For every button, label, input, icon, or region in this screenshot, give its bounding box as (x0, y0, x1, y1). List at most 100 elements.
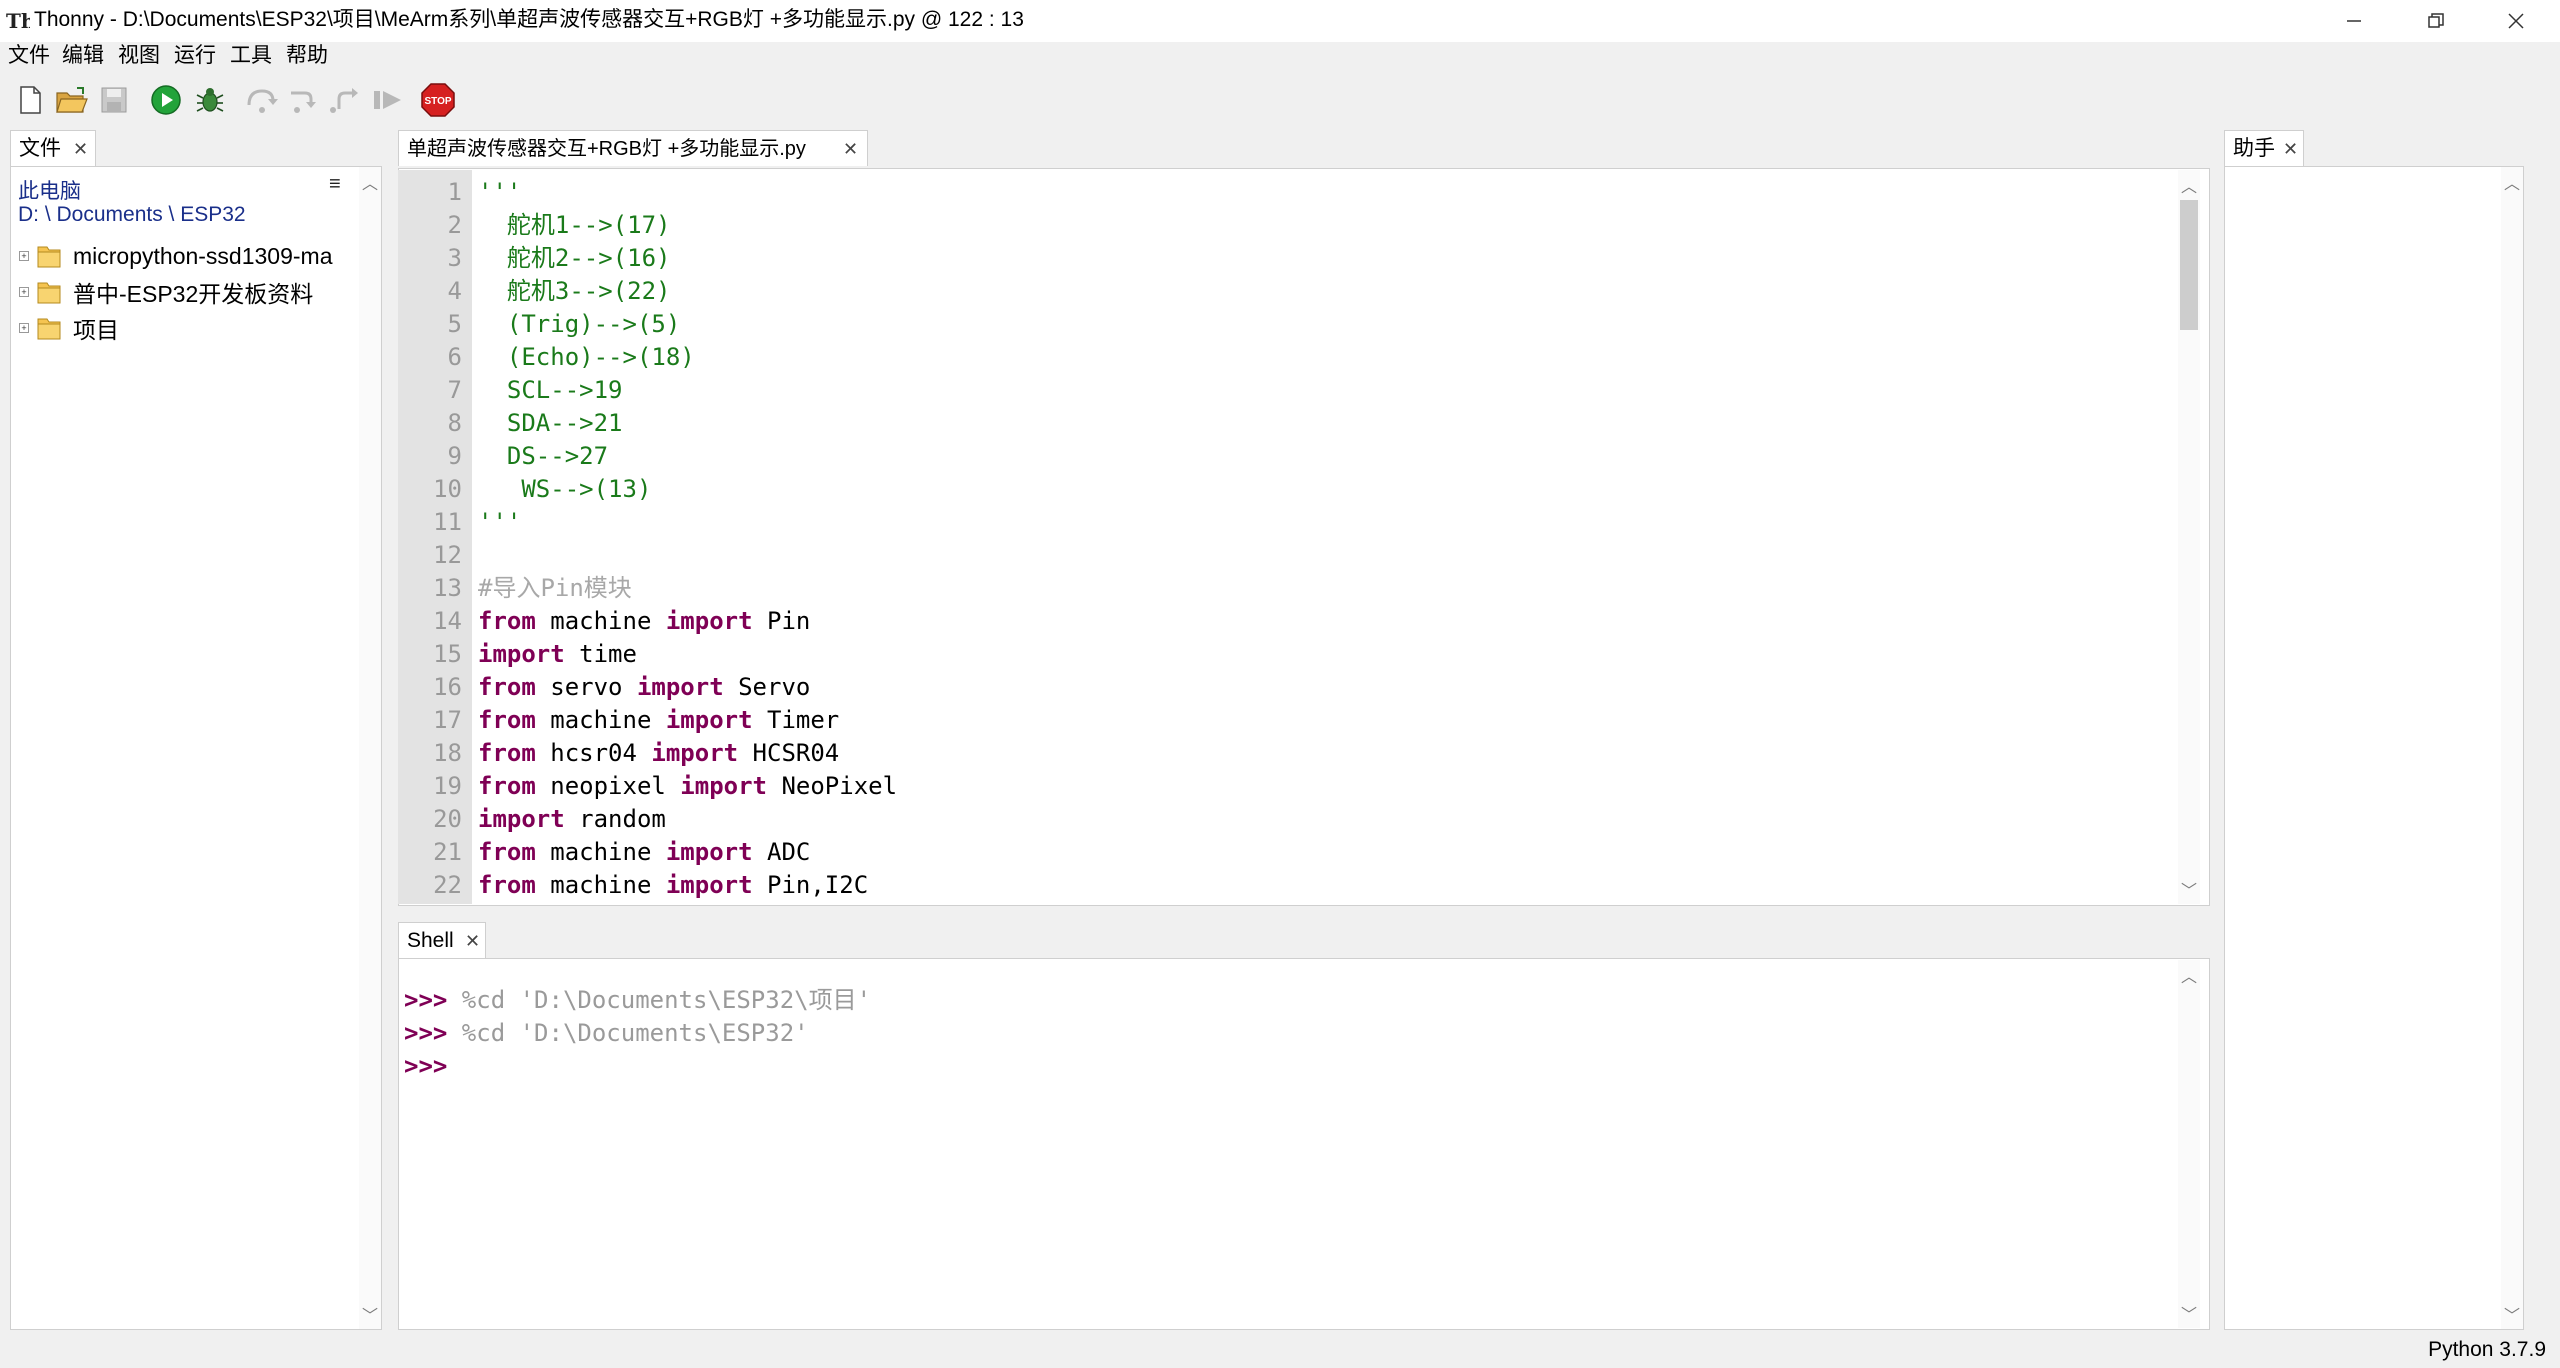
code-keyword: from (478, 706, 536, 734)
code-line[interactable]: 舵机2-->(16) (478, 242, 671, 275)
code-line[interactable]: WS-->(13) (478, 473, 651, 506)
menu-run[interactable]: 运行 (174, 42, 216, 70)
line-number: 11 (433, 508, 462, 536)
save-button[interactable] (96, 82, 132, 118)
code-line[interactable]: ''' (478, 176, 521, 209)
scroll-down-icon[interactable]: ﹀ (2178, 878, 2200, 900)
tab-files[interactable]: 文件 ✕ (10, 130, 96, 166)
restore-icon (2428, 13, 2444, 28)
line-number: 1 (447, 178, 462, 206)
assistant-tab-label: 助手 (2233, 137, 2275, 160)
close-window-button[interactable] (2476, 0, 2556, 42)
menu-help[interactable]: 帮助 (286, 42, 328, 70)
code-line[interactable]: from machine import Pin (478, 605, 810, 638)
tab-editor-file[interactable]: 单超声波传感器交互+RGB灯 +多功能显示.py ✕ (398, 130, 868, 166)
step-over-button[interactable] (244, 82, 280, 118)
close-icon[interactable]: ✕ (73, 131, 88, 167)
stop-icon: STOP (421, 83, 455, 117)
minimize-button[interactable] (2314, 0, 2394, 42)
stop-button[interactable]: STOP (420, 82, 456, 118)
scroll-down-icon[interactable]: ﹀ (359, 1303, 381, 1325)
expand-icon[interactable]: + (19, 251, 29, 261)
code-line[interactable]: from servo import Servo (478, 671, 810, 704)
code-line[interactable]: DS-->27 (478, 440, 608, 473)
tab-shell[interactable]: Shell ✕ (398, 922, 486, 958)
scroll-up-icon[interactable]: ︿ (359, 171, 381, 193)
code-line[interactable]: from machine import Timer (478, 704, 839, 737)
menu-edit[interactable]: 编辑 (62, 42, 104, 70)
step-out-icon (330, 88, 358, 113)
new-file-button[interactable] (12, 82, 48, 118)
line-number: 14 (433, 607, 462, 635)
code-token: neopixel (535, 772, 681, 800)
new-file-icon (20, 86, 41, 114)
code-line[interactable]: SCL-->19 (478, 374, 623, 407)
code-keyword: from (478, 739, 536, 767)
code-line[interactable]: from machine import Pin,I2C (478, 869, 868, 902)
code-line[interactable]: 舵机3-->(22) (478, 275, 671, 308)
code-line[interactable]: #导入Pin模块 (478, 572, 632, 605)
editor-scroll-thumb[interactable] (2180, 200, 2198, 330)
code-line[interactable]: from machine import ADC (478, 836, 810, 869)
assistant-scrollbar[interactable]: ︿ ﹀ (2501, 167, 2523, 1329)
svg-text:STOP: STOP (424, 96, 451, 107)
code-token: ADC (752, 838, 811, 866)
scroll-up-icon[interactable]: ︿ (2501, 171, 2523, 193)
editor-scrollbar[interactable]: ︿ ﹀ (2178, 170, 2200, 904)
line-number: 5 (447, 310, 462, 338)
code-token: Pin,I2C (752, 871, 869, 899)
shell-scrollbar[interactable]: ︿ ﹀ (2178, 960, 2200, 1328)
close-icon[interactable]: ✕ (465, 923, 480, 959)
files-scrollbar[interactable]: ︿ ﹀ (359, 167, 381, 1329)
code-line[interactable]: (Trig)-->(5) (478, 308, 680, 341)
code-token: hcsr04 (535, 739, 652, 767)
svg-text:Th: Th (6, 9, 30, 33)
menu-view[interactable]: 视图 (118, 42, 160, 70)
debug-icon (196, 88, 224, 112)
tree-item-puzhong-esp32[interactable]: + 普中-ESP32开发板资料 (19, 275, 313, 309)
resume-button[interactable] (370, 82, 406, 118)
line-number-gutter: 1 2 3 4 5 6 7 8 9 10 11 12 13 14 15 16 17 18 19 20 21 22 (398, 170, 472, 904)
line-number: 4 (447, 277, 462, 305)
code-line[interactable]: ''' (478, 506, 521, 539)
tree-item-micropython-ssd1309[interactable]: + micropython-ssd1309-ma (19, 239, 333, 273)
close-icon[interactable]: ✕ (2283, 131, 2298, 167)
code-line[interactable]: import time (478, 638, 637, 671)
code-line[interactable]: import random (478, 803, 666, 836)
step-into-button[interactable] (286, 82, 322, 118)
scroll-up-icon[interactable]: ︿ (2178, 964, 2200, 986)
step-out-button[interactable] (328, 82, 364, 118)
line-number: 19 (433, 772, 462, 800)
code-token: machine (535, 607, 666, 635)
expand-icon[interactable]: + (19, 287, 29, 297)
run-button[interactable] (148, 82, 184, 118)
open-file-button[interactable] (54, 82, 90, 118)
code-line[interactable]: 舵机1-->(17) (478, 209, 671, 242)
menu-file[interactable]: 文件 (8, 42, 50, 70)
tree-item-label: 普中-ESP32开发板资料 (73, 281, 314, 307)
close-icon[interactable]: ✕ (843, 131, 858, 167)
tab-assistant[interactable]: 助手 ✕ (2224, 130, 2304, 166)
code-line[interactable]: from hcsr04 import HCSR04 (478, 737, 839, 770)
scroll-down-icon[interactable]: ﹀ (2178, 1302, 2200, 1324)
files-menu-icon[interactable]: ≡ (329, 173, 341, 196)
code-keyword: from (478, 772, 536, 800)
code-line[interactable]: from neopixel import NeoPixel (478, 770, 897, 803)
code-keyword: import (478, 640, 565, 668)
scroll-down-icon[interactable]: ﹀ (2501, 1303, 2523, 1325)
restore-button[interactable] (2396, 0, 2476, 42)
interpreter-status[interactable]: Python 3.7.9 (2428, 1336, 2546, 1364)
shell-command: %cd 'D:\Documents\ESP32' (447, 1019, 809, 1047)
code-line[interactable]: SDA-->21 (478, 407, 623, 440)
title-bar: Th Thonny - D:\Documents\ESP32\项目\MeArm系… (0, 0, 2560, 42)
debug-button[interactable] (192, 82, 228, 118)
expand-icon[interactable]: + (19, 323, 29, 333)
current-path[interactable]: D: \ Documents \ ESP32 (18, 203, 246, 227)
code-keyword: import (665, 871, 753, 899)
scroll-up-icon[interactable]: ︿ (2178, 174, 2200, 196)
tree-item-projects[interactable]: + 项目 (19, 311, 119, 345)
menu-tools[interactable]: 工具 (230, 42, 272, 70)
shell-line: >>> (404, 1050, 447, 1083)
code-line[interactable]: (Echo)-->(18) (478, 341, 695, 374)
this-pc-link[interactable]: 此电脑 (18, 175, 81, 205)
